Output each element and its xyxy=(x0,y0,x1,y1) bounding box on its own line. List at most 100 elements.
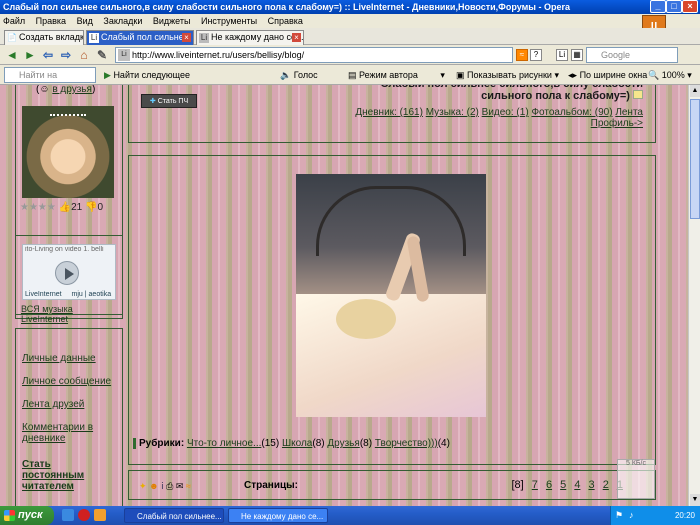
menu-widgets[interactable]: Виджеты xyxy=(153,16,191,26)
new-tab-button[interactable]: 📄 Создать вкладку xyxy=(4,30,84,45)
blog-title: Слабый пол сильнее сильного,в силу слабо… xyxy=(373,85,643,102)
forward-icon[interactable]: ► xyxy=(22,48,38,62)
pages-label: Страницы: xyxy=(244,480,298,491)
sidebar-item-subscribe[interactable]: Стать постоянным читателем xyxy=(22,459,102,492)
close-tab-icon[interactable]: × xyxy=(182,33,191,42)
maximize-button[interactable]: □ xyxy=(666,0,682,13)
window-title: Слабый пол сильнее сильного,в силу слабо… xyxy=(3,2,570,12)
info-icon[interactable]: ⅰ xyxy=(161,481,164,491)
forward-alt-icon[interactable]: ⇨ xyxy=(58,48,74,62)
find-input[interactable]: Найти на странице xyxy=(4,67,96,94)
user-stats: ★★★★ 👍21 👎0 xyxy=(20,202,103,213)
smile-icon[interactable]: ☻ xyxy=(149,481,158,491)
rubric-link[interactable]: Творчество))) xyxy=(375,438,438,449)
music-player[interactable]: ito-Living on video 1. belli LiveInterne… xyxy=(22,244,116,300)
opera-icon[interactable] xyxy=(78,509,90,521)
sidebar-item-friends-feed[interactable]: Лента друзей xyxy=(22,399,84,410)
address-field[interactable]: Li http://www.liveinternet.ru/users/bell… xyxy=(115,47,513,63)
nav-photo[interactable]: Фотоальбом: (90) xyxy=(531,107,612,118)
rubric-link[interactable]: Что-то личное... xyxy=(187,438,261,449)
back-icon[interactable]: ◄ xyxy=(4,48,20,62)
scroll-down-icon[interactable]: ▼ xyxy=(690,494,700,506)
all-music-link[interactable]: ВСЯ музыка LiveInternet xyxy=(21,304,122,324)
menu-edit[interactable]: Правка xyxy=(36,16,66,26)
menu-file[interactable]: Файл xyxy=(3,16,25,26)
minimize-button[interactable]: _ xyxy=(650,0,666,13)
menu-bookmarks[interactable]: Закладки xyxy=(103,16,142,26)
likes-count: 21 xyxy=(71,202,83,213)
star-icon[interactable]: ✦ xyxy=(139,481,147,491)
subscribe-button[interactable]: ✚ Стать ПЧ xyxy=(141,94,197,108)
media-icon[interactable] xyxy=(94,509,106,521)
menu-view[interactable]: Вид xyxy=(77,16,93,26)
site-icon: Li xyxy=(118,49,130,61)
edit-icon[interactable]: ✎ xyxy=(94,48,110,62)
menu-help[interactable]: Справка xyxy=(268,16,303,26)
close-button[interactable]: × xyxy=(682,0,698,13)
fit-width-button[interactable]: ◂▸ По ширине окна xyxy=(568,65,647,85)
sidebar-item-comments[interactable]: Комментарии в дневнике xyxy=(22,422,118,444)
blog-header: ✚ Стать ПЧ Слабый пол сильнее сильного,в… xyxy=(128,85,656,143)
taskbar-item[interactable]: Слабый пол сильнее... xyxy=(124,508,224,523)
subscribe-icon: ✚ xyxy=(149,98,156,105)
taskbar-item[interactable]: Не каждому дано се... xyxy=(228,508,328,523)
page-link[interactable]: 7 xyxy=(532,479,538,491)
home-icon[interactable]: ⌂ xyxy=(76,48,92,62)
fit-width-icon: ◂▸ xyxy=(568,70,578,80)
ie-icon[interactable] xyxy=(62,509,74,521)
li-icon[interactable]: Li xyxy=(556,49,568,61)
mail-icon[interactable]: ✉ xyxy=(176,481,184,491)
thumb-down-icon: 👎 xyxy=(85,202,98,213)
sidebar-item-personal-data[interactable]: Личные данные xyxy=(22,353,96,364)
grid-icon[interactable]: ▦ xyxy=(571,49,583,61)
music-panel: ito-Living on video 1. belli LiveInterne… xyxy=(15,235,123,324)
tab-inactive[interactable]: Li Не каждому дано се... × xyxy=(196,30,304,45)
page-link[interactable]: 4 xyxy=(574,479,580,491)
avatar[interactable] xyxy=(22,106,114,198)
scroll-thumb[interactable] xyxy=(690,99,700,219)
back-alt-icon[interactable]: ⇦ xyxy=(40,48,56,62)
page-link[interactable]: 3 xyxy=(589,479,595,491)
add-friends[interactable]: (☺ в друзья) xyxy=(36,85,95,95)
close-tab-icon[interactable]: × xyxy=(292,33,301,42)
nav-music[interactable]: Музыка: (2) xyxy=(426,107,479,118)
clock[interactable]: 20:20 xyxy=(675,506,695,525)
pager: [8] 7 6 5 4 3 2 1 xyxy=(506,479,623,491)
voice-button[interactable]: 🔈 Голос xyxy=(280,65,318,85)
zoom-control[interactable]: 🔍 100% ▾ xyxy=(648,65,692,85)
search-input[interactable]: Google xyxy=(586,47,678,63)
help-icon[interactable]: ? xyxy=(530,49,542,61)
nav-diary[interactable]: Дневник: (161) xyxy=(355,107,423,118)
nav-profile[interactable]: Профиль-> xyxy=(591,118,643,129)
menu-tools[interactable]: Инструменты xyxy=(201,16,257,26)
page-link[interactable]: 6 xyxy=(546,479,552,491)
tab-active[interactable]: Li Слабый пол сильне... × xyxy=(86,30,194,45)
nav-feed[interactable]: Лента xyxy=(615,107,643,118)
speed-indicator: 5 КБ/с xyxy=(617,459,655,499)
rubric-link[interactable]: Школа xyxy=(282,438,312,449)
author-mode-icon: ▤ xyxy=(348,70,357,80)
page-link[interactable]: 2 xyxy=(603,479,609,491)
network-icon[interactable]: ⚑ xyxy=(615,510,623,521)
track-title: ito-Living on video 1. belli xyxy=(25,246,104,253)
bottom-icons: ✦ ☻ ⅰ ⎙ ✉ ≈ xyxy=(139,481,191,492)
vertical-scrollbar[interactable]: ▲ ▼ xyxy=(688,85,700,506)
rss-icon[interactable]: ≈ xyxy=(516,49,528,61)
system-tray: ⚑ ♪ 20:20 xyxy=(610,506,700,525)
show-images-button[interactable]: ▣ Показывать рисунки ▾ xyxy=(456,65,559,85)
scroll-up-icon[interactable]: ▲ xyxy=(690,85,700,97)
tab-label: Не каждому дано се... xyxy=(211,32,304,42)
rubric-link[interactable]: Друзья xyxy=(327,438,359,449)
rss-icon[interactable]: ≈ xyxy=(186,481,191,491)
find-next-button[interactable]: ▶ Найти следующее xyxy=(104,65,190,85)
sidebar-item-private-message[interactable]: Личное сообщение xyxy=(22,376,111,387)
play-icon[interactable] xyxy=(55,261,79,285)
start-button[interactable]: пуск xyxy=(0,506,54,525)
volume-icon[interactable]: ♪ xyxy=(629,510,634,520)
player-brand: LiveInternet mju | aeotika xyxy=(25,291,112,298)
post-image[interactable] xyxy=(296,174,486,417)
nav-video[interactable]: Видео: (1) xyxy=(482,107,529,118)
print-icon[interactable]: ⎙ xyxy=(166,481,173,491)
author-mode-button[interactable]: ▤ Режим автора ▾ xyxy=(348,65,445,85)
page-link[interactable]: 5 xyxy=(560,479,566,491)
